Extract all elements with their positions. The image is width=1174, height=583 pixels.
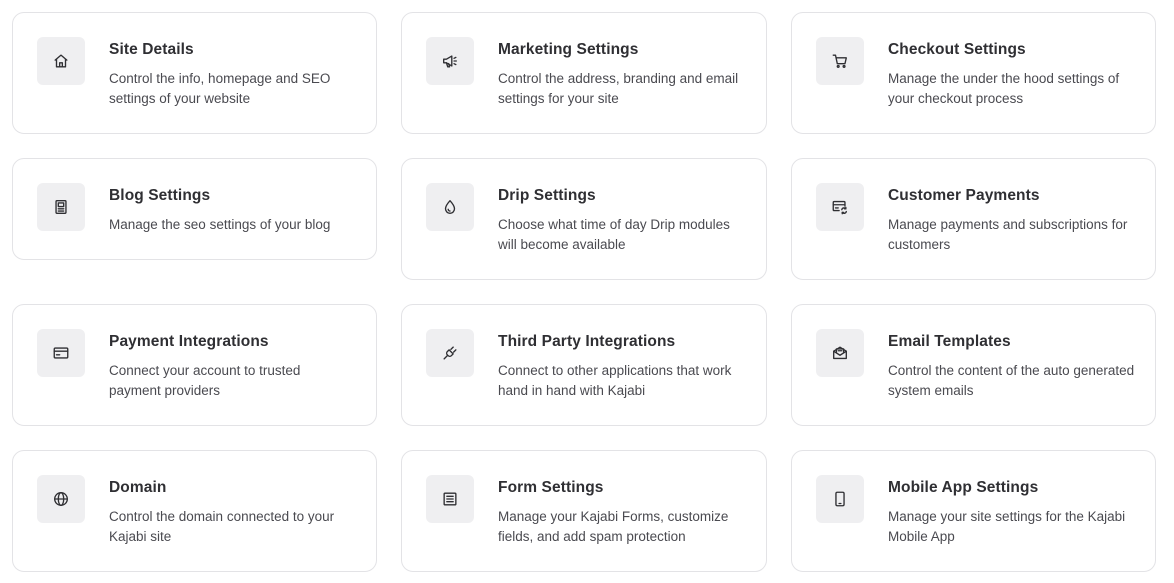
drop-icon bbox=[426, 183, 474, 231]
mobile-app-settings-card[interactable]: Mobile App Settings Manage your site set… bbox=[791, 450, 1156, 572]
card-description: Connect your account to trusted payment … bbox=[109, 363, 301, 398]
envelope-open-icon bbox=[816, 329, 864, 377]
card-title: Email Templates bbox=[888, 333, 1011, 350]
card-title: Form Settings bbox=[498, 479, 604, 496]
card-title: Payment Integrations bbox=[109, 333, 269, 350]
card-description: Control the content of the auto generate… bbox=[888, 363, 1135, 398]
marketing-settings-card[interactable]: Marketing Settings Control the address, … bbox=[401, 12, 767, 134]
email-templates-card[interactable]: Email Templates Control the content of t… bbox=[791, 304, 1156, 426]
card-title: Site Details bbox=[109, 41, 194, 58]
checkout-settings-card[interactable]: Checkout Settings Manage the under the h… bbox=[791, 12, 1156, 134]
plug-icon bbox=[426, 329, 474, 377]
megaphone-icon bbox=[426, 37, 474, 85]
card-title: Mobile App Settings bbox=[888, 479, 1039, 496]
card-title: Customer Payments bbox=[888, 187, 1040, 204]
blog-icon bbox=[37, 183, 85, 231]
card-description: Manage your site settings for the Kajabi… bbox=[888, 509, 1126, 544]
card-description: Manage the under the hood settings of yo… bbox=[888, 71, 1120, 106]
drip-settings-card[interactable]: Drip Settings Choose what time of day Dr… bbox=[401, 158, 767, 280]
card-description: Manage your Kajabi Forms, customize fiel… bbox=[498, 509, 729, 544]
blog-settings-card[interactable]: Blog Settings Manage the seo settings of… bbox=[12, 158, 377, 260]
domain-card[interactable]: Domain Control the domain connected to y… bbox=[12, 450, 377, 572]
card-title: Domain bbox=[109, 479, 167, 496]
card-description: Manage payments and subscriptions for cu… bbox=[888, 217, 1128, 252]
third-party-integrations-card[interactable]: Third Party Integrations Connect to othe… bbox=[401, 304, 767, 426]
form-settings-card[interactable]: Form Settings Manage your Kajabi Forms, … bbox=[401, 450, 767, 572]
card-title: Third Party Integrations bbox=[498, 333, 676, 350]
globe-icon bbox=[37, 475, 85, 523]
payment-integrations-card[interactable]: Payment Integrations Connect your accoun… bbox=[12, 304, 377, 426]
card-description: Control the info, homepage and SEO setti… bbox=[109, 71, 331, 106]
card-description: Control the domain connected to your Kaj… bbox=[109, 509, 335, 544]
mobile-icon bbox=[816, 475, 864, 523]
card-title: Blog Settings bbox=[109, 187, 211, 204]
card-title: Marketing Settings bbox=[498, 41, 639, 58]
site-details-card[interactable]: Site Details Control the info, homepage … bbox=[12, 12, 377, 134]
cart-icon bbox=[816, 37, 864, 85]
card-description: Connect to other applications that work … bbox=[498, 363, 732, 398]
home-icon bbox=[37, 37, 85, 85]
card-description: Manage the seo settings of your blog bbox=[109, 217, 331, 232]
customer-payments-card[interactable]: Customer Payments Manage payments and su… bbox=[791, 158, 1156, 280]
settings-grid: Site Details Control the info, homepage … bbox=[0, 0, 1174, 583]
card-title: Checkout Settings bbox=[888, 41, 1026, 58]
card-description: Choose what time of day Drip modules wil… bbox=[498, 217, 730, 252]
credit-card-icon bbox=[37, 329, 85, 377]
form-icon bbox=[426, 475, 474, 523]
card-title: Drip Settings bbox=[498, 187, 596, 204]
payment-refresh-icon bbox=[816, 183, 864, 231]
card-description: Control the address, branding and email … bbox=[498, 71, 739, 106]
